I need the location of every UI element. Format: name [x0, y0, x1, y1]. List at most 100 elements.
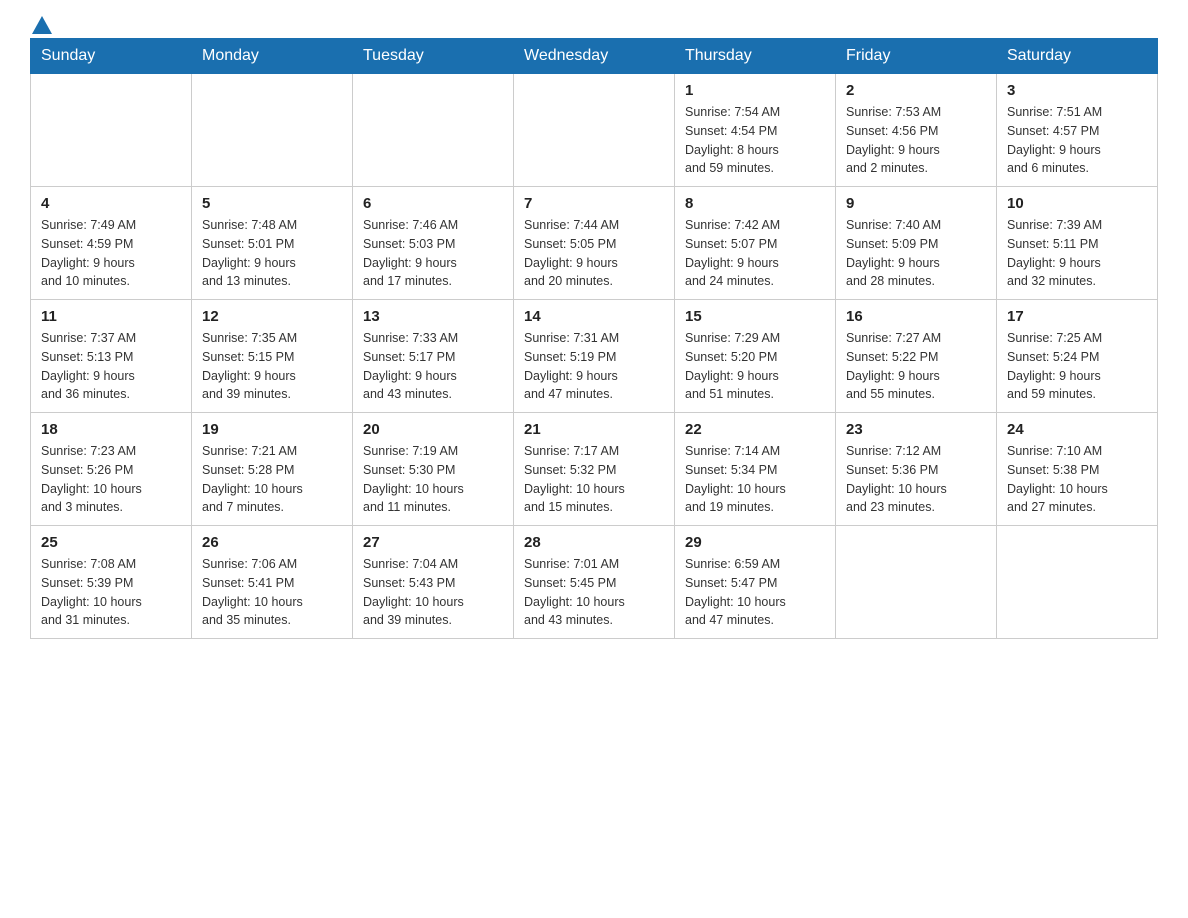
day-info: Sunrise: 7:48 AMSunset: 5:01 PMDaylight:…: [202, 216, 342, 291]
day-number: 17: [1007, 308, 1147, 325]
day-number: 11: [41, 308, 181, 325]
week-row-5: 25 Sunrise: 7:08 AMSunset: 5:39 PMDayligh…: [31, 526, 1158, 639]
calendar-cell: [31, 74, 192, 187]
day-info: Sunrise: 7:29 AMSunset: 5:20 PMDaylight:…: [685, 329, 825, 404]
week-row-4: 18 Sunrise: 7:23 AMSunset: 5:26 PMDayligh…: [31, 413, 1158, 526]
day-info: Sunrise: 7:04 AMSunset: 5:43 PMDaylight:…: [363, 555, 503, 630]
day-info: Sunrise: 7:06 AMSunset: 5:41 PMDaylight:…: [202, 555, 342, 630]
day-info: Sunrise: 7:49 AMSunset: 4:59 PMDaylight:…: [41, 216, 181, 291]
header-row: SundayMondayTuesdayWednesdayThursdayFrid…: [31, 39, 1158, 74]
logo: [30, 20, 52, 28]
calendar-cell: 18 Sunrise: 7:23 AMSunset: 5:26 PMDayligh…: [31, 413, 192, 526]
day-number: 21: [524, 421, 664, 438]
calendar-cell: 23 Sunrise: 7:12 AMSunset: 5:36 PMDayligh…: [836, 413, 997, 526]
day-info: Sunrise: 7:39 AMSunset: 5:11 PMDaylight:…: [1007, 216, 1147, 291]
calendar-cell: 14 Sunrise: 7:31 AMSunset: 5:19 PMDayligh…: [514, 300, 675, 413]
header-day-friday: Friday: [836, 39, 997, 74]
day-info: Sunrise: 7:25 AMSunset: 5:24 PMDaylight:…: [1007, 329, 1147, 404]
day-number: 7: [524, 195, 664, 212]
day-number: 15: [685, 308, 825, 325]
day-number: 5: [202, 195, 342, 212]
day-info: Sunrise: 7:19 AMSunset: 5:30 PMDaylight:…: [363, 442, 503, 517]
calendar-cell: 15 Sunrise: 7:29 AMSunset: 5:20 PMDayligh…: [675, 300, 836, 413]
calendar-cell: 12 Sunrise: 7:35 AMSunset: 5:15 PMDayligh…: [192, 300, 353, 413]
calendar-cell: 17 Sunrise: 7:25 AMSunset: 5:24 PMDayligh…: [997, 300, 1158, 413]
calendar-cell: 4Sunrise: 7:49 AMSunset: 4:59 PMDaylight…: [31, 187, 192, 300]
calendar-cell: 8 Sunrise: 7:42 AMSunset: 5:07 PMDaylight…: [675, 187, 836, 300]
day-info: Sunrise: 7:10 AMSunset: 5:38 PMDaylight:…: [1007, 442, 1147, 517]
day-number: 26: [202, 534, 342, 551]
page-header: [30, 20, 1158, 28]
day-number: 20: [363, 421, 503, 438]
day-number: 14: [524, 308, 664, 325]
day-number: 25: [41, 534, 181, 551]
day-info: Sunrise: 7:53 AMSunset: 4:56 PMDaylight:…: [846, 103, 986, 178]
day-info: Sunrise: 7:44 AMSunset: 5:05 PMDaylight:…: [524, 216, 664, 291]
day-info: Sunrise: 7:33 AMSunset: 5:17 PMDaylight:…: [363, 329, 503, 404]
day-number: 8: [685, 195, 825, 212]
header-day-saturday: Saturday: [997, 39, 1158, 74]
header-day-sunday: Sunday: [31, 39, 192, 74]
calendar-cell: 10 Sunrise: 7:39 AMSunset: 5:11 PMDayligh…: [997, 187, 1158, 300]
day-number: 16: [846, 308, 986, 325]
calendar-cell: [192, 74, 353, 187]
day-number: 19: [202, 421, 342, 438]
calendar-cell: [997, 526, 1158, 639]
day-number: 29: [685, 534, 825, 551]
day-info: Sunrise: 7:21 AMSunset: 5:28 PMDaylight:…: [202, 442, 342, 517]
day-info: Sunrise: 7:31 AMSunset: 5:19 PMDaylight:…: [524, 329, 664, 404]
calendar-cell: [836, 526, 997, 639]
day-info: Sunrise: 7:23 AMSunset: 5:26 PMDaylight:…: [41, 442, 181, 517]
calendar-cell: 6 Sunrise: 7:46 AMSunset: 5:03 PMDaylight…: [353, 187, 514, 300]
day-info: Sunrise: 7:54 AMSunset: 4:54 PMDaylight:…: [685, 103, 825, 178]
day-info: Sunrise: 7:17 AMSunset: 5:32 PMDaylight:…: [524, 442, 664, 517]
day-number: 10: [1007, 195, 1147, 212]
calendar-header: SundayMondayTuesdayWednesdayThursdayFrid…: [31, 39, 1158, 74]
calendar-cell: 27 Sunrise: 7:04 AMSunset: 5:43 PMDayligh…: [353, 526, 514, 639]
calendar-cell: 13 Sunrise: 7:33 AMSunset: 5:17 PMDayligh…: [353, 300, 514, 413]
day-info: Sunrise: 7:42 AMSunset: 5:07 PMDaylight:…: [685, 216, 825, 291]
logo-triangle-icon: [32, 16, 52, 34]
calendar-cell: 26 Sunrise: 7:06 AMSunset: 5:41 PMDayligh…: [192, 526, 353, 639]
day-number: 23: [846, 421, 986, 438]
day-info: Sunrise: 7:14 AMSunset: 5:34 PMDaylight:…: [685, 442, 825, 517]
calendar-cell: 5 Sunrise: 7:48 AMSunset: 5:01 PMDaylight…: [192, 187, 353, 300]
day-number: 9: [846, 195, 986, 212]
header-day-wednesday: Wednesday: [514, 39, 675, 74]
calendar-table: SundayMondayTuesdayWednesdayThursdayFrid…: [30, 38, 1158, 639]
day-info: Sunrise: 7:27 AMSunset: 5:22 PMDaylight:…: [846, 329, 986, 404]
week-row-3: 11Sunrise: 7:37 AMSunset: 5:13 PMDayligh…: [31, 300, 1158, 413]
calendar-cell: [514, 74, 675, 187]
calendar-cell: 24 Sunrise: 7:10 AMSunset: 5:38 PMDayligh…: [997, 413, 1158, 526]
calendar-cell: 9 Sunrise: 7:40 AMSunset: 5:09 PMDaylight…: [836, 187, 997, 300]
day-number: 2: [846, 82, 986, 99]
calendar-cell: 22Sunrise: 7:14 AMSunset: 5:34 PMDayligh…: [675, 413, 836, 526]
calendar-cell: 3 Sunrise: 7:51 AMSunset: 4:57 PMDaylight…: [997, 74, 1158, 187]
calendar-cell: 21 Sunrise: 7:17 AMSunset: 5:32 PMDayligh…: [514, 413, 675, 526]
calendar-cell: 2 Sunrise: 7:53 AMSunset: 4:56 PMDaylight…: [836, 74, 997, 187]
calendar-cell: [353, 74, 514, 187]
day-info: Sunrise: 7:51 AMSunset: 4:57 PMDaylight:…: [1007, 103, 1147, 178]
day-number: 24: [1007, 421, 1147, 438]
day-number: 6: [363, 195, 503, 212]
day-info: Sunrise: 7:08 AMSunset: 5:39 PMDaylight:…: [41, 555, 181, 630]
week-row-2: 4Sunrise: 7:49 AMSunset: 4:59 PMDaylight…: [31, 187, 1158, 300]
day-number: 13: [363, 308, 503, 325]
calendar-cell: 16 Sunrise: 7:27 AMSunset: 5:22 PMDayligh…: [836, 300, 997, 413]
day-number: 3: [1007, 82, 1147, 99]
header-day-thursday: Thursday: [675, 39, 836, 74]
calendar-cell: 25 Sunrise: 7:08 AMSunset: 5:39 PMDayligh…: [31, 526, 192, 639]
day-number: 12: [202, 308, 342, 325]
day-info: Sunrise: 7:40 AMSunset: 5:09 PMDaylight:…: [846, 216, 986, 291]
day-number: 27: [363, 534, 503, 551]
calendar-cell: 1 Sunrise: 7:54 AMSunset: 4:54 PMDaylight…: [675, 74, 836, 187]
day-info: Sunrise: 7:35 AMSunset: 5:15 PMDaylight:…: [202, 329, 342, 404]
day-number: 1: [685, 82, 825, 99]
header-day-monday: Monday: [192, 39, 353, 74]
day-number: 28: [524, 534, 664, 551]
day-number: 18: [41, 421, 181, 438]
header-day-tuesday: Tuesday: [353, 39, 514, 74]
calendar-cell: 28Sunrise: 7:01 AMSunset: 5:45 PMDayligh…: [514, 526, 675, 639]
day-info: Sunrise: 7:12 AMSunset: 5:36 PMDaylight:…: [846, 442, 986, 517]
day-info: Sunrise: 7:46 AMSunset: 5:03 PMDaylight:…: [363, 216, 503, 291]
